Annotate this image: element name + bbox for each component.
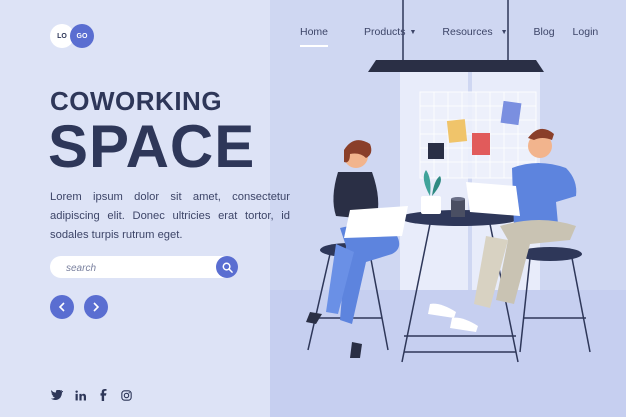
facebook-icon[interactable] — [96, 388, 110, 402]
prev-button[interactable] — [50, 295, 74, 319]
caret-down-icon: ▼ — [409, 28, 417, 36]
logo[interactable]: LO GO — [50, 24, 94, 48]
nav-resources-label: Resources — [442, 26, 493, 38]
hero-description: Lorem ipsum dolor sit amet, consectetur … — [50, 191, 290, 241]
nav-home-label: Home — [300, 26, 329, 38]
search-icon — [222, 262, 233, 273]
top-nav: Home Products ▼ Resources ▼ Blog Login — [300, 26, 624, 47]
twitter-icon[interactable] — [50, 388, 64, 402]
linkedin-icon[interactable] — [73, 388, 87, 402]
next-button[interactable] — [84, 295, 108, 319]
nav-blog-label: Blog — [533, 26, 555, 38]
hero-title-line2: SPACE — [48, 113, 256, 180]
chevron-left-icon — [58, 302, 65, 312]
social-links — [50, 388, 142, 402]
instagram-icon[interactable] — [119, 388, 133, 402]
search-bar — [50, 256, 238, 278]
nav-home[interactable]: Home — [300, 26, 329, 47]
logo-right-circle: GO — [70, 24, 94, 48]
nav-products-label: Products — [364, 26, 406, 38]
search-input[interactable] — [64, 259, 208, 277]
caret-down-icon: ▼ — [500, 28, 508, 36]
nav-login[interactable]: Login — [573, 26, 599, 38]
nav-resources[interactable]: Resources ▼ — [442, 26, 507, 38]
chevron-right-icon — [93, 302, 100, 312]
nav-login-label: Login — [572, 26, 599, 38]
nav-blog[interactable]: Blog — [534, 26, 555, 38]
search-button[interactable] — [216, 256, 238, 278]
nav-products[interactable]: Products ▼ — [364, 26, 416, 38]
